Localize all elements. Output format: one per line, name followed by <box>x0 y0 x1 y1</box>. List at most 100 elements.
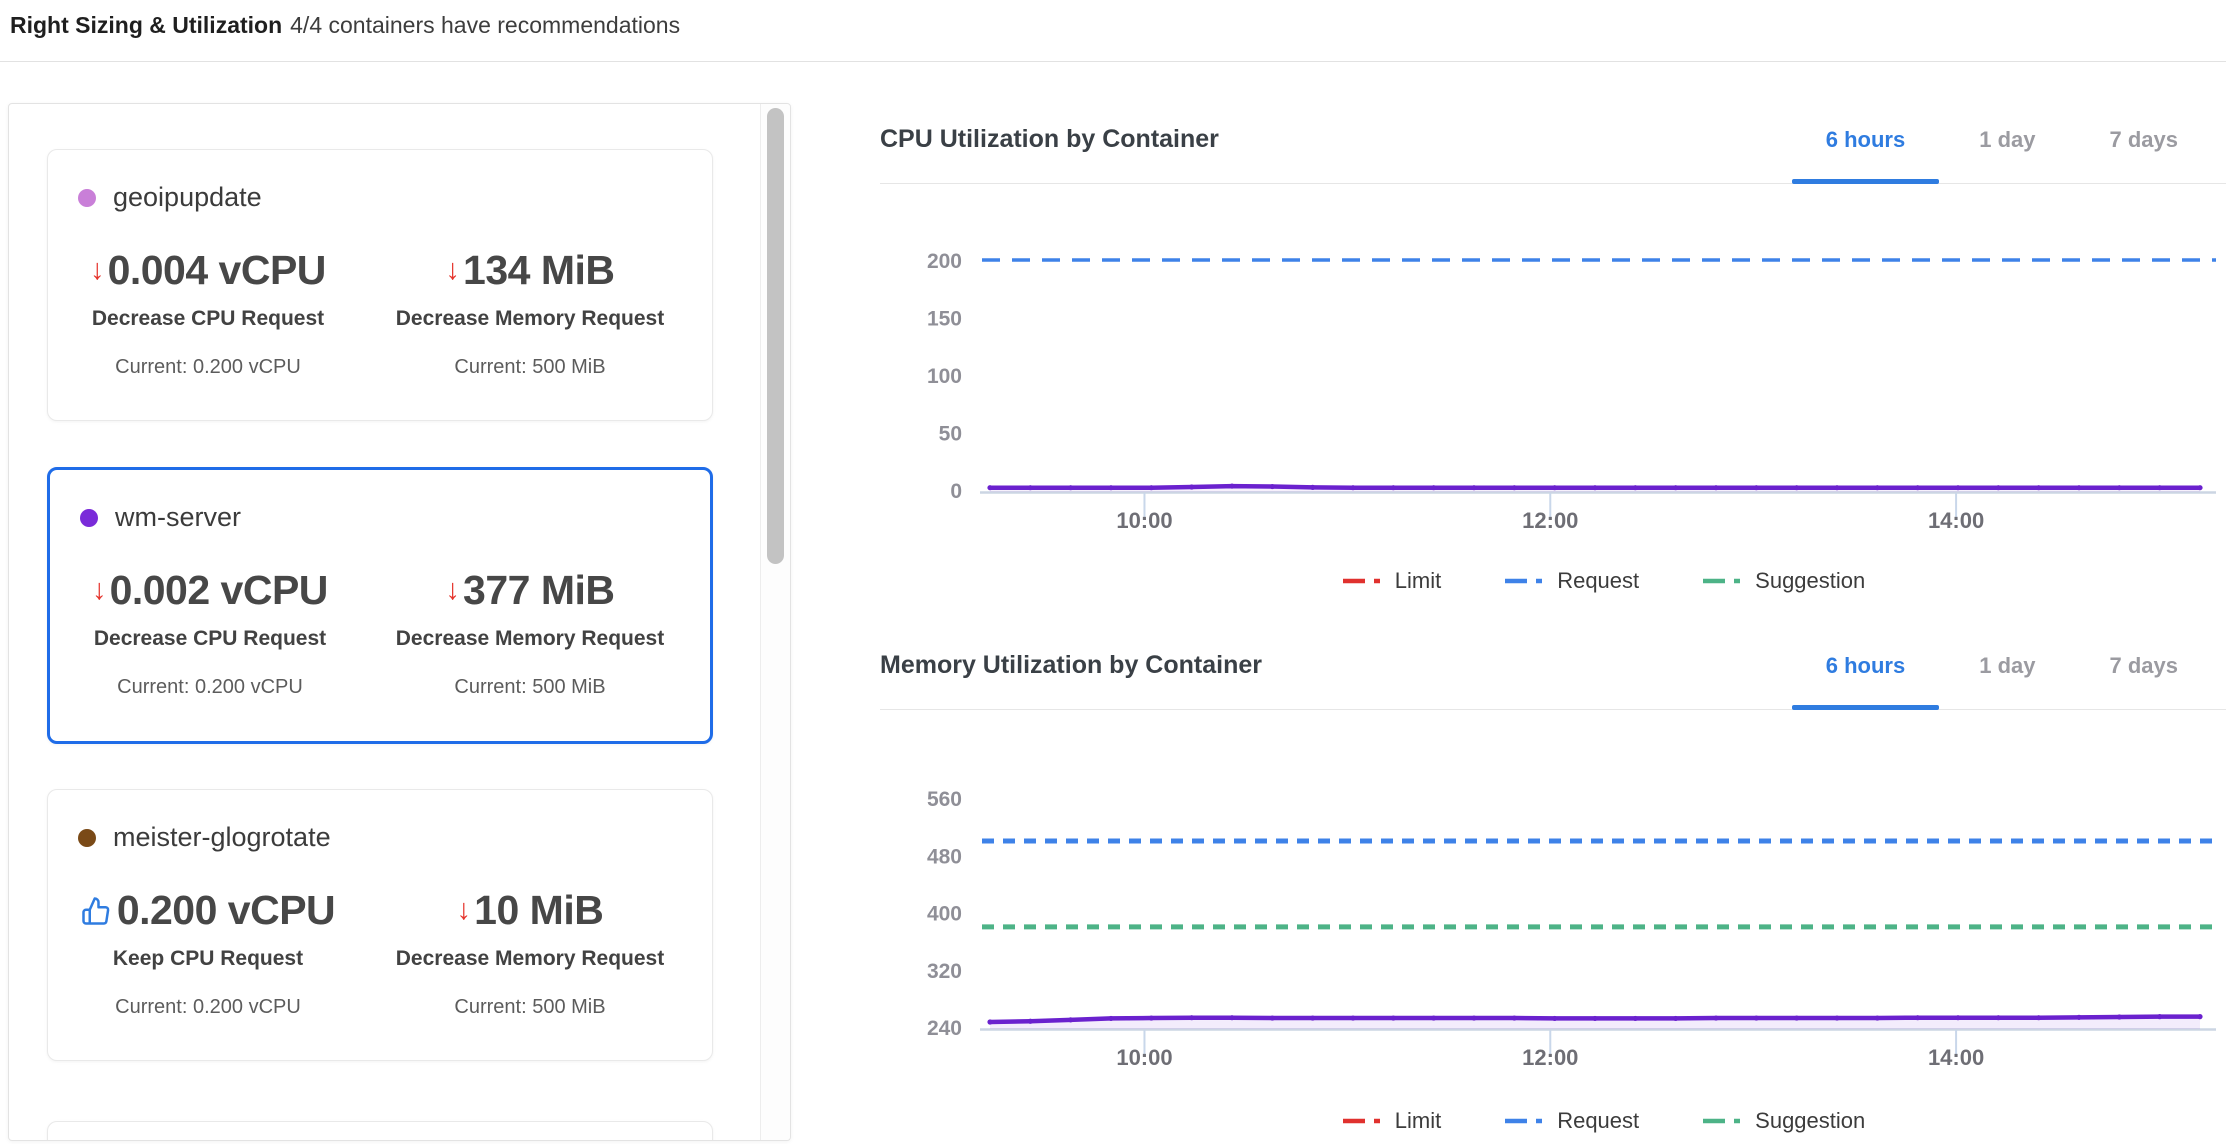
svg-text:560: 560 <box>927 788 962 811</box>
legend-label: Limit <box>1395 1108 1441 1134</box>
memory-chart-section: Memory Utilization by Container 6 hours1… <box>880 622 2226 1134</box>
memory-chart-plot[interactable]: 24032040048056010:0012:0014:00 <box>880 750 2226 1080</box>
memory-chart-title: Memory Utilization by Container <box>880 651 1262 680</box>
container-card-meister-glogrotate[interactable]: meister-glogrotate 0.200 vCPU Keep CPU R… <box>47 789 713 1061</box>
recommendation-action: Decrease Memory Request <box>396 627 664 651</box>
decrease-arrow-icon: ↓ <box>446 256 461 285</box>
tab-7-days[interactable]: 7 days <box>2076 96 2213 183</box>
legend-label: Suggestion <box>1755 1108 1865 1134</box>
scrollbar-track[interactable] <box>760 104 790 1140</box>
decrease-arrow-icon: ↓ <box>90 256 105 285</box>
legend-dash-icon <box>1341 576 1383 586</box>
svg-text:12:00: 12:00 <box>1522 508 1578 533</box>
header-divider <box>0 61 2226 62</box>
legend-item-limit[interactable]: Limit <box>1341 568 1441 594</box>
container-card-header: meister-glogrotate <box>78 822 712 853</box>
legend-item-suggestion[interactable]: Suggestion <box>1701 1108 1865 1134</box>
decrease-arrow-icon: ↓ <box>92 576 107 605</box>
cpu-time-range-tabs: 6 hours1 day7 days <box>1786 96 2212 183</box>
decrease-arrow-icon: ↓ <box>446 576 461 605</box>
current-value: Current: 500 MiB <box>454 996 605 1019</box>
legend-item-request[interactable]: Request <box>1503 568 1639 594</box>
current-value: Current: 0.200 vCPU <box>115 356 301 379</box>
decrease-arrow-icon: ↓ <box>457 896 472 925</box>
svg-text:150: 150 <box>927 308 962 331</box>
recommended-value: 10 MiB <box>474 887 603 934</box>
legend-dash-icon <box>1341 1116 1383 1126</box>
legend-item-request[interactable]: Request <box>1503 1108 1639 1134</box>
svg-text:12:00: 12:00 <box>1522 1045 1578 1070</box>
memory-time-range-tabs: 6 hours1 day7 days <box>1786 622 2212 709</box>
scrollbar-thumb[interactable] <box>767 108 784 564</box>
cpu-chart-header: CPU Utilization by Container 6 hours1 da… <box>880 96 2226 184</box>
container-color-dot <box>78 829 96 847</box>
page-title: Right Sizing & Utilization <box>10 12 282 38</box>
cpu-recommendation: ↓ 0.002 vCPU Decrease CPU Request Curren… <box>60 567 360 699</box>
page-subtitle: 4/4 containers have recommendations <box>290 12 680 38</box>
tab-7-days[interactable]: 7 days <box>2076 622 2213 709</box>
recommended-value: 0.004 vCPU <box>108 247 326 294</box>
legend-label: Limit <box>1395 568 1441 594</box>
thumbs-up-icon <box>81 896 111 926</box>
recommendation-metrics: 0.200 vCPU Keep CPU Request Current: 0.2… <box>48 887 712 1019</box>
legend-label: Request <box>1557 1108 1639 1134</box>
container-card-header: geoipupdate <box>78 182 712 213</box>
container-name: geoipupdate <box>113 182 262 213</box>
svg-text:0: 0 <box>950 480 962 503</box>
legend-label: Suggestion <box>1755 568 1865 594</box>
recommended-value: 0.200 vCPU <box>117 887 335 934</box>
recommended-value: 0.002 vCPU <box>110 567 328 614</box>
current-value: Current: 0.200 vCPU <box>117 676 303 699</box>
memory-recommendation: ↓ 134 MiB Decrease Memory Request Curren… <box>358 247 702 379</box>
svg-text:10:00: 10:00 <box>1116 1045 1172 1070</box>
legend-label: Request <box>1557 568 1639 594</box>
current-value: Current: 500 MiB <box>454 676 605 699</box>
svg-text:320: 320 <box>927 960 962 983</box>
cpu-chart-plot[interactable]: 0 50 100 150 200 10:00 12:00 14:00 <box>880 210 2226 540</box>
svg-text:100: 100 <box>927 365 962 388</box>
memory-chart-legend: Limit Request Suggestion <box>880 1108 2226 1134</box>
recommended-value: 134 MiB <box>463 247 614 294</box>
tab-1-day[interactable]: 1 day <box>1945 96 2069 183</box>
tab-1-day[interactable]: 1 day <box>1945 622 2069 709</box>
container-color-dot <box>78 189 96 207</box>
svg-text:14:00: 14:00 <box>1928 508 1984 533</box>
legend-item-suggestion[interactable]: Suggestion <box>1701 568 1865 594</box>
recommendation-metrics: ↓ 0.004 vCPU Decrease CPU Request Curren… <box>48 247 712 379</box>
svg-text:400: 400 <box>927 903 962 926</box>
container-card-partial[interactable] <box>47 1121 713 1141</box>
memory-recommendation: ↓ 10 MiB Decrease Memory Request Current… <box>358 887 702 1019</box>
recommendation-action: Decrease Memory Request <box>396 947 664 971</box>
recommendation-action: Decrease CPU Request <box>92 307 324 331</box>
recommendation-metrics: ↓ 0.002 vCPU Decrease CPU Request Curren… <box>50 567 710 699</box>
memory-recommendation: ↓ 377 MiB Decrease Memory Request Curren… <box>360 567 700 699</box>
recommendation-action: Decrease CPU Request <box>94 627 326 651</box>
legend-dash-icon <box>1503 576 1545 586</box>
container-card-header: wm-server <box>80 502 710 533</box>
tab-6-hours[interactable]: 6 hours <box>1792 96 1939 183</box>
legend-dash-icon <box>1701 576 1743 586</box>
cpu-chart-section: CPU Utilization by Container 6 hours1 da… <box>880 96 2226 594</box>
tab-6-hours[interactable]: 6 hours <box>1792 622 1939 709</box>
svg-text:480: 480 <box>927 845 962 868</box>
svg-text:200: 200 <box>927 250 962 273</box>
svg-text:240: 240 <box>927 1017 962 1040</box>
cpu-recommendation: 0.200 vCPU Keep CPU Request Current: 0.2… <box>58 887 358 1019</box>
cpu-chart-legend: Limit Request Suggestion <box>880 568 2226 594</box>
container-list-panel: geoipupdate ↓ 0.004 vCPU Decrease CPU Re… <box>8 103 791 1141</box>
container-card-geoipupdate[interactable]: geoipupdate ↓ 0.004 vCPU Decrease CPU Re… <box>47 149 713 421</box>
current-value: Current: 0.200 vCPU <box>115 996 301 1019</box>
container-card-wm-server[interactable]: wm-server ↓ 0.002 vCPU Decrease CPU Requ… <box>47 467 713 744</box>
legend-dash-icon <box>1701 1116 1743 1126</box>
svg-text:10:00: 10:00 <box>1116 508 1172 533</box>
cpu-recommendation: ↓ 0.004 vCPU Decrease CPU Request Curren… <box>58 247 358 379</box>
container-name: wm-server <box>115 502 241 533</box>
legend-dash-icon <box>1503 1116 1545 1126</box>
recommendation-action: Decrease Memory Request <box>396 307 664 331</box>
page-header: Right Sizing & Utilization 4/4 containers… <box>10 12 680 39</box>
svg-text:50: 50 <box>939 423 962 446</box>
recommendation-action: Keep CPU Request <box>113 947 303 971</box>
memory-chart-header: Memory Utilization by Container 6 hours1… <box>880 622 2226 710</box>
cpu-chart-title: CPU Utilization by Container <box>880 125 1219 154</box>
legend-item-limit[interactable]: Limit <box>1341 1108 1441 1134</box>
